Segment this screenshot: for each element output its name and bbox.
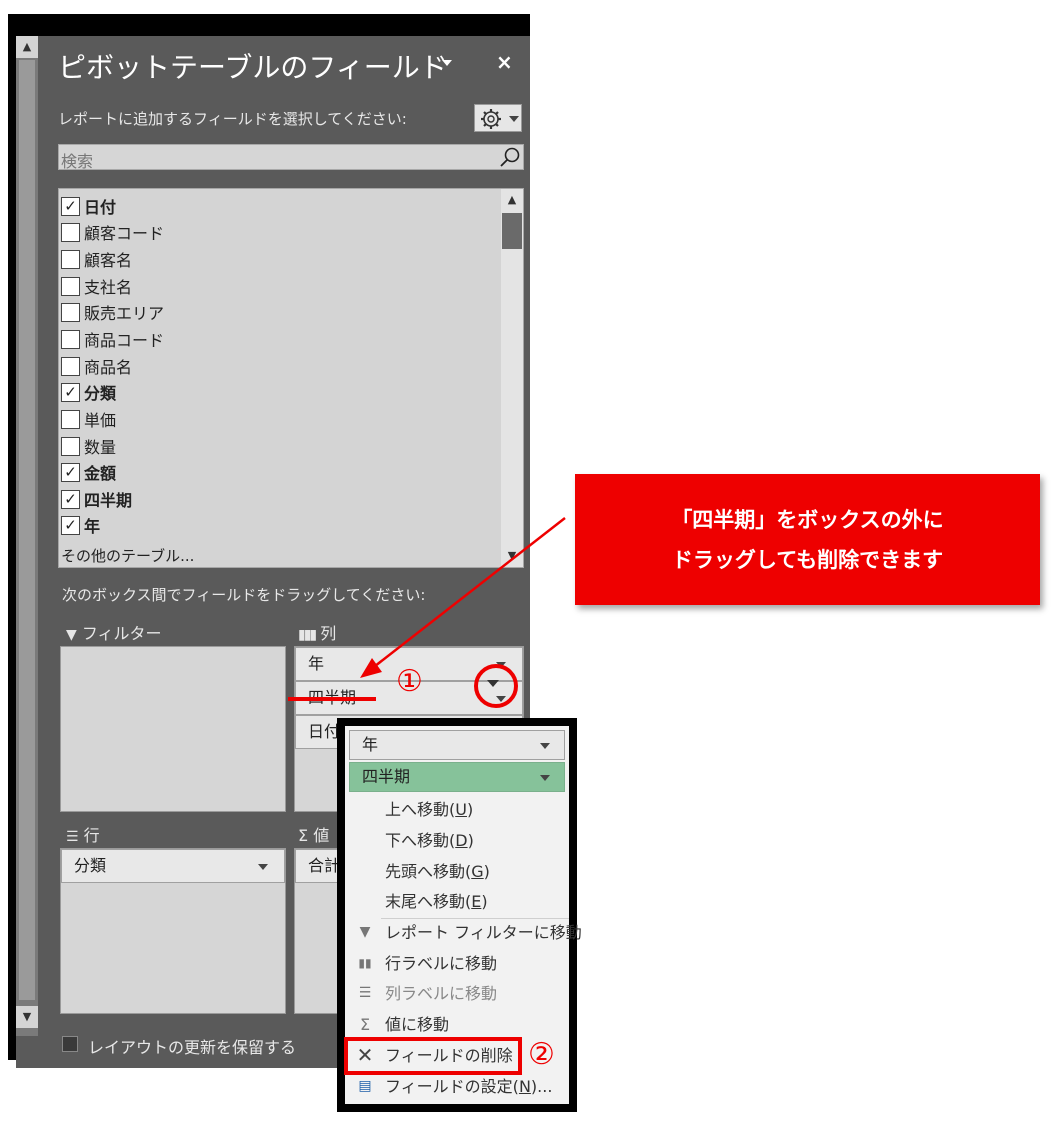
callout-line-1: 「四半期」をボックスの外に bbox=[671, 508, 944, 532]
menu-move-up[interactable]: 上へ移動(U) bbox=[345, 794, 569, 825]
menu-field-settings[interactable]: ▤ フィールドの設定(N)... bbox=[345, 1071, 569, 1102]
remove-field-highlight bbox=[344, 1037, 522, 1075]
menu-move-first[interactable]: 先頭へ移動(G) bbox=[345, 856, 569, 887]
menu-header-year[interactable]: 年 bbox=[349, 730, 565, 760]
rows-icon: ☰ bbox=[358, 985, 372, 1001]
step-marker-2: ② bbox=[528, 1037, 555, 1072]
menu-move-down[interactable]: 下へ移動(D) bbox=[345, 825, 569, 856]
chevron-down-icon bbox=[540, 743, 550, 749]
columns-icon: ▮▮ bbox=[358, 956, 372, 970]
menu-header-quarter[interactable]: 四半期 bbox=[349, 762, 565, 792]
menu-move-to-columns[interactable]: ☰ 列ラベルに移動 bbox=[345, 978, 569, 1009]
filter-icon: ▼ bbox=[359, 924, 371, 940]
sigma-icon: Σ bbox=[359, 1015, 371, 1034]
chevron-down-icon bbox=[540, 775, 550, 781]
menu-move-to-rows[interactable]: ▮▮ 行ラベルに移動 bbox=[345, 948, 569, 979]
menu-move-last[interactable]: 末尾へ移動(E) bbox=[345, 886, 569, 917]
menu-move-to-filter[interactable]: ▼ レポート フィルターに移動 bbox=[345, 917, 582, 948]
callout-line-2: ドラッグしても削除できます bbox=[671, 548, 944, 572]
menu-move-to-values[interactable]: Σ 値に移動 bbox=[345, 1009, 569, 1040]
field-settings-icon: ▤ bbox=[358, 1078, 372, 1094]
callout-box: 「四半期」をボックスの外に ドラッグしても削除できます bbox=[575, 474, 1040, 605]
